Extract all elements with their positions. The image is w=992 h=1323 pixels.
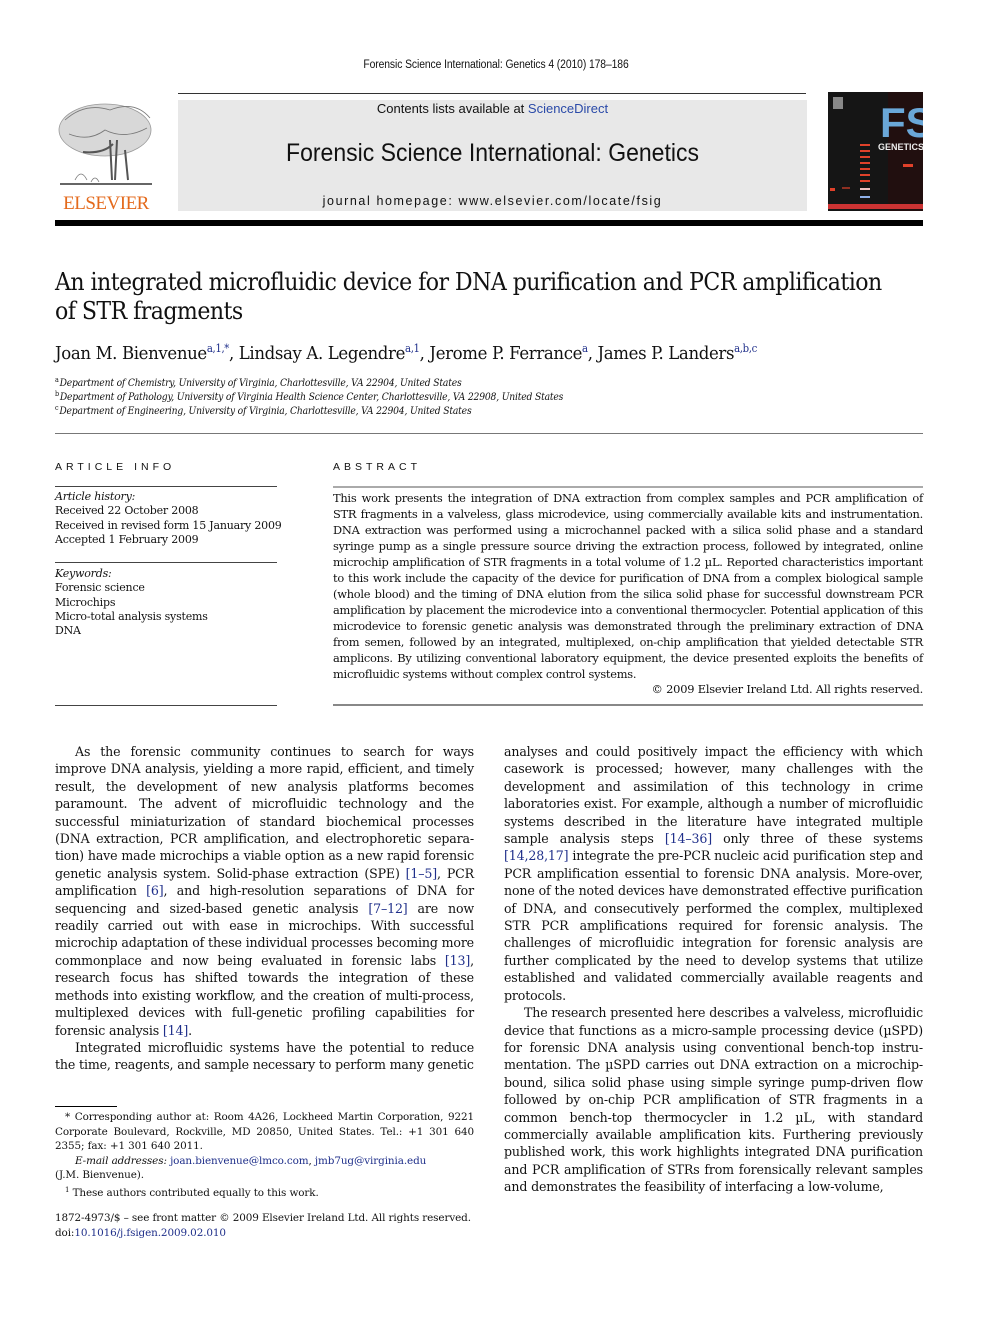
email-note: E-mail addresses: joan.bienvenue@lmco.co…	[55, 1154, 474, 1169]
doi-line: doi:10.1016/j.fsigen.2009.02.010	[55, 1226, 495, 1241]
author-name: James P. Landers	[597, 343, 735, 364]
author-separator: ,	[419, 343, 430, 364]
journal-name: Forensic Science International: Genetics	[286, 139, 699, 167]
tree-icon	[58, 103, 152, 185]
author-name: Joan M. Bienvenue	[55, 343, 207, 364]
keywords-rule	[55, 562, 277, 563]
body-paragraph: Integrated microfluidic systems have the…	[55, 1039, 474, 1074]
history-accepted: Accepted 1 February 2009	[55, 532, 199, 546]
history-label: Article history:	[55, 490, 136, 503]
abstract-copyright: © 2009 Elsevier Ireland Ltd. All rights …	[651, 682, 924, 696]
email-link[interactable]: joan.bienvenue@lmco.com	[170, 1155, 309, 1167]
body-paragraph: As the forensic community continues to s…	[55, 743, 474, 1039]
author-list: Joan M. Bienvenuea,1,*, Lindsay A. Legen…	[55, 342, 757, 364]
author-separator: ,	[228, 343, 239, 364]
history-revised: Received in revised form 15 January 2009	[55, 518, 282, 532]
author-affiliation-marks[interactable]: a,1,*	[207, 342, 230, 355]
author-affiliation-marks[interactable]: a,b,c	[734, 342, 757, 355]
author-name: Jerome P. Ferrance	[429, 343, 583, 364]
citation-link[interactable]: [14,28,17]	[504, 848, 569, 863]
citation-link[interactable]: [1–5]	[406, 866, 438, 881]
citation-link[interactable]: [13]	[445, 953, 470, 968]
contents-availability-line: Contents lists available at ScienceDirec…	[178, 101, 807, 116]
body-column-left: As the forensic community continues to s…	[55, 743, 474, 1074]
body-text: integrate the pre-PCR nucleic acid purif…	[504, 848, 923, 1003]
affiliation-text: Department of Chemistry, University of V…	[59, 378, 462, 389]
body-paragraph: analyses and could positively impact the…	[504, 743, 923, 1004]
title-line-2: of STR fragments	[55, 297, 243, 325]
footnotes: * Corresponding author at: Room 4A26, Lo…	[55, 1110, 474, 1200]
citation-link[interactable]: [14–36]	[665, 831, 712, 846]
equal-contribution-note: 1 These authors contributed equally to t…	[55, 1183, 474, 1201]
history-received: Received 22 October 2008	[55, 504, 199, 518]
affiliation-b: bDepartment of Pathology, University of …	[55, 390, 563, 403]
author-name: Lindsay A. Legendre	[238, 343, 406, 364]
affiliation-text: Department of Engineering, University of…	[59, 406, 472, 417]
affiliation-a: aDepartment of Chemistry, University of …	[55, 376, 462, 389]
keywords-label: Keywords:	[55, 567, 112, 580]
affiliation-text: Department of Pathology, University of V…	[59, 392, 564, 403]
keywords: Keywords: Forensic science Microchips Mi…	[55, 567, 208, 638]
body-text: The research presented here describes a …	[504, 1005, 923, 1195]
abstract-bottom-rule	[333, 704, 923, 706]
corresponding-text: Corresponding author at: Room 4A26, Lock…	[55, 1111, 475, 1152]
header-thick-rule	[55, 220, 923, 226]
front-matter: 1872-4973/$ – see front matter © 2009 El…	[55, 1211, 495, 1241]
affiliation-key: c	[55, 404, 59, 412]
citation-link[interactable]: [7–12]	[368, 901, 407, 916]
doi-prefix: doi:	[55, 1227, 75, 1239]
article-info-bottom-rule	[55, 705, 277, 706]
running-head: Forensic Science International: Genetics…	[363, 59, 629, 71]
cover-title: FSI	[880, 99, 923, 146]
journal-cover-thumbnail[interactable]: FSI GENETICS	[828, 92, 923, 211]
contents-prefix: Contents lists available at	[376, 101, 528, 116]
body-column-right: analyses and could positively impact the…	[504, 743, 923, 1196]
abstract-heading: ABSTRACT	[333, 461, 422, 473]
elsevier-wordmark: ELSEVIER	[63, 193, 149, 214]
citation-link[interactable]: [14]	[163, 1023, 188, 1038]
keyword: Micro-total analysis systems	[55, 609, 208, 623]
header-rule	[178, 93, 806, 94]
affiliation-key: b	[55, 390, 59, 398]
title-line-1: An integrated microfluidic device for DN…	[55, 268, 882, 296]
citation-link[interactable]: [6]	[146, 883, 164, 898]
affiliation-c: cDepartment of Engineering, University o…	[55, 404, 472, 417]
equal-contribution-text: These authors contributed equally to thi…	[72, 1186, 319, 1199]
author-affiliation-marks[interactable]: a,1	[405, 342, 420, 355]
keyword: Forensic science	[55, 581, 145, 595]
issn-line: 1872-4973/$ – see front matter © 2009 El…	[55, 1212, 471, 1224]
affiliation-key: a	[55, 376, 59, 384]
email-label: E-mail addresses:	[75, 1154, 167, 1167]
article-history: Article history: Received 22 October 200…	[55, 490, 282, 547]
footnote-rule	[55, 1106, 117, 1107]
footnote-mark: 1	[65, 1185, 70, 1194]
title-divider	[55, 433, 923, 434]
journal-homepage-link[interactable]: journal homepage: www.elsevier.com/locat…	[178, 194, 807, 208]
author-separator: ,	[587, 343, 598, 364]
doi-link[interactable]: 10.1016/j.fsigen.2009.02.010	[74, 1227, 226, 1239]
body-text: Integrated microfluidic systems have the…	[55, 1039, 474, 1073]
email-owner: (J.M. Bienvenue).	[55, 1169, 144, 1181]
sciencedirect-link[interactable]: ScienceDirect	[528, 101, 608, 116]
abstract-text: This work presents the integration of DN…	[333, 491, 923, 681]
footnote-mark: *	[65, 1111, 71, 1123]
body-text: As the forensic community continues to s…	[55, 744, 474, 881]
corresponding-author-note: * Corresponding author at: Room 4A26, Lo…	[55, 1110, 474, 1154]
body-text: .	[188, 1022, 193, 1038]
keyword: DNA	[55, 624, 81, 638]
article-title: An integrated microfluidic device for DN…	[55, 268, 882, 326]
cover-image: FSI GENETICS	[828, 92, 923, 211]
article-info-heading: ARTICLE INFO	[55, 461, 176, 473]
abstract-top-rule	[333, 486, 923, 488]
body-paragraph: The research presented here describes a …	[504, 1004, 923, 1195]
keyword: Microchips	[55, 595, 116, 609]
article-info-rule	[55, 486, 277, 487]
cover-subtitle: GENETICS	[878, 142, 923, 152]
email-link[interactable]: jmb7ug@virginia.edu	[315, 1155, 426, 1167]
body-text: only three of these systems	[711, 831, 923, 847]
